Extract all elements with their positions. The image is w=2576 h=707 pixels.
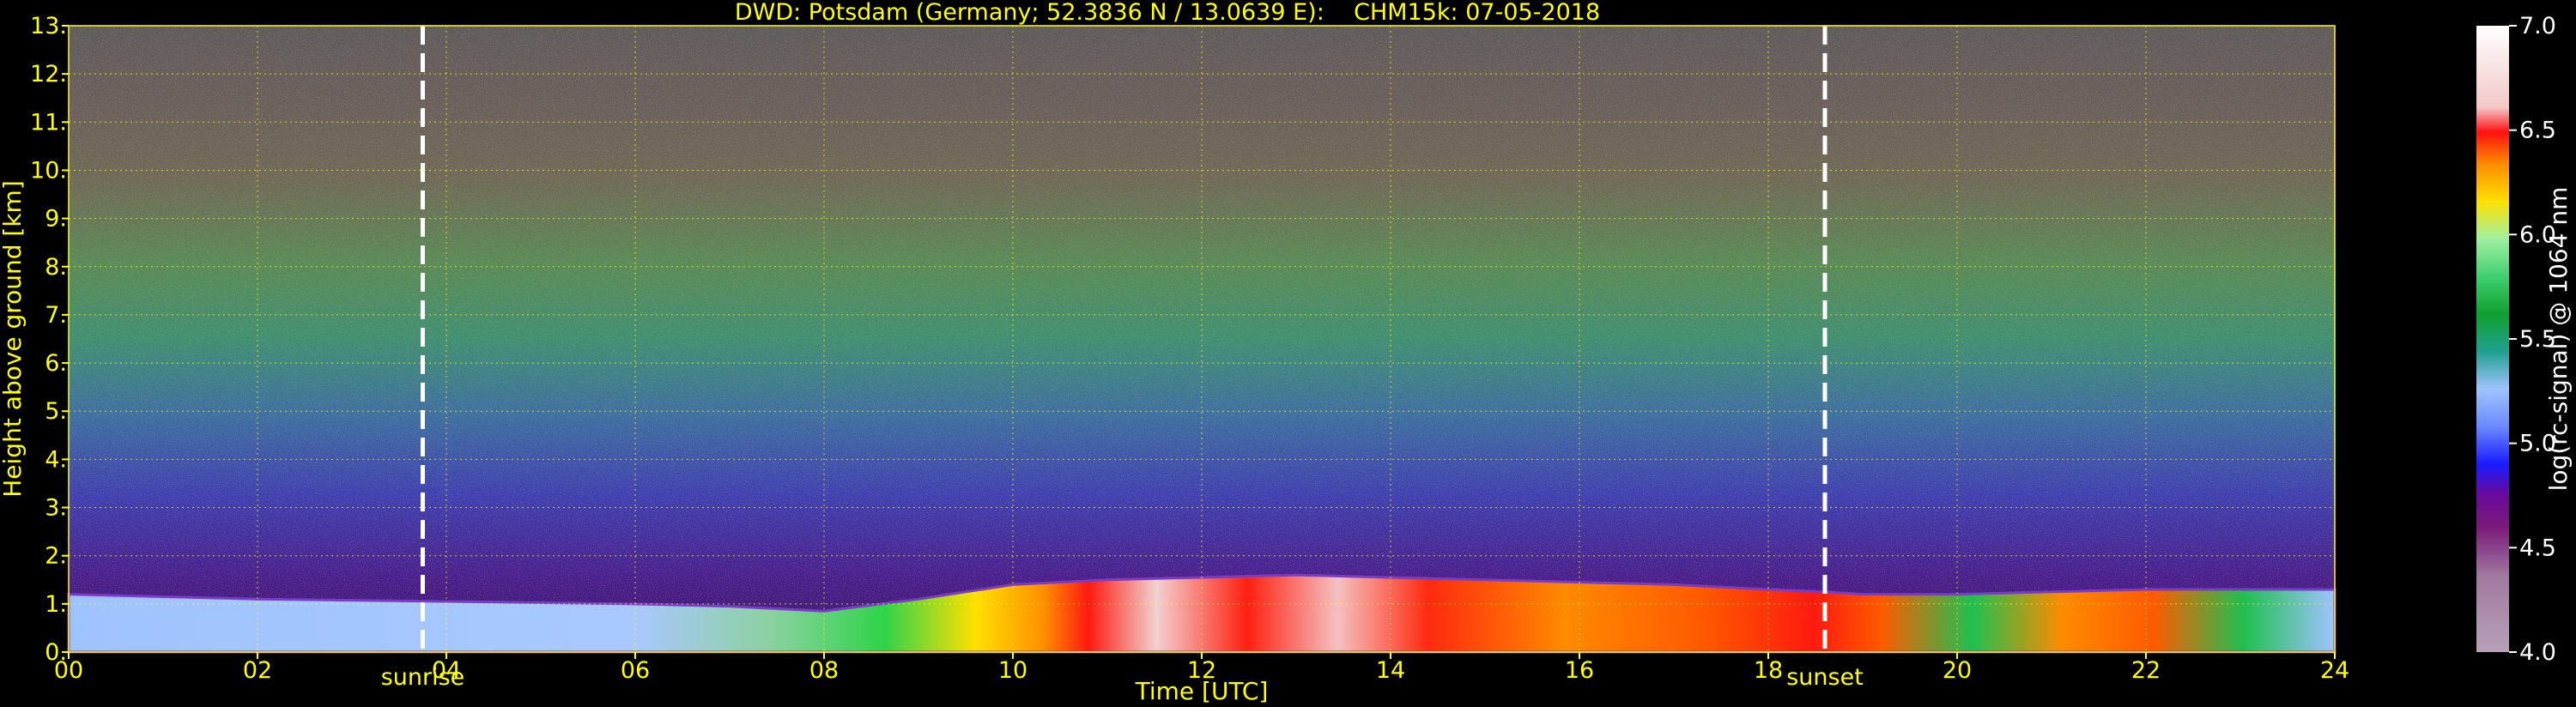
x-tick-label: 06 [621,657,650,684]
x-tick-label: 14 [1376,657,1405,684]
x-tick-label: 22 [2131,657,2161,684]
sunset-label: sunset [1786,664,1864,691]
y-tick-label: 1. [45,591,67,618]
y-tick-label: 7. [45,302,67,329]
colorbar-tick-label: 6.5 [2519,118,2556,144]
x-tick-label: 10 [998,657,1027,684]
x-tick-label: 08 [809,657,839,684]
y-axis-label: Height above ground [km] [0,180,27,498]
plot-area: sunrise sunset [67,25,2337,691]
y-tick-label: 13. [30,13,67,39]
y-tick-label: 12. [30,61,67,88]
y-tick-label: 4. [45,446,67,473]
y-tick-label: 9. [45,206,67,233]
x-tick-label: 24 [2320,657,2349,684]
y-tick-label: 2. [45,543,67,570]
y-tick-label: 3. [45,495,67,522]
y-tick-label: 5. [45,398,67,425]
x-tick-label: 16 [1565,657,1594,684]
x-tick-label: 04 [432,657,461,684]
x-tick-label: 18 [1754,657,1783,684]
x-tick-label: 20 [1943,657,1972,684]
x-tick-label: 02 [243,657,272,684]
colorbar-tick-label: 4.5 [2519,535,2556,561]
y-axis-ticks: 0. 1. 2. 3. 4. 5. 6. 7. 8. 9. 10. 11. 12. 13. [30,13,69,666]
colorbar-tick-label: 4.0 [2519,639,2556,666]
y-tick-label: 6. [45,350,67,377]
colorbar-label: log(rc-signal) @ 1064 nm [2544,187,2573,492]
y-tick-label: 10. [30,157,67,184]
colorbar-scale [2476,26,2509,652]
colorbar: 4.04.55.05.56.06.57.0 log(rc-signal) @ 1… [2476,13,2573,666]
ceilometer-chart: sunrise sunset 00 02 04 06 08 10 12 14 16 18 20 22 24… [0,13,2573,705]
colorbar-tick-label: 7.0 [2519,13,2556,39]
y-tick-label: 0. [45,639,67,666]
y-tick-label: 8. [45,254,67,281]
x-axis-label: Time [UTC] [1135,677,1269,705]
y-tick-label: 11. [30,109,67,136]
